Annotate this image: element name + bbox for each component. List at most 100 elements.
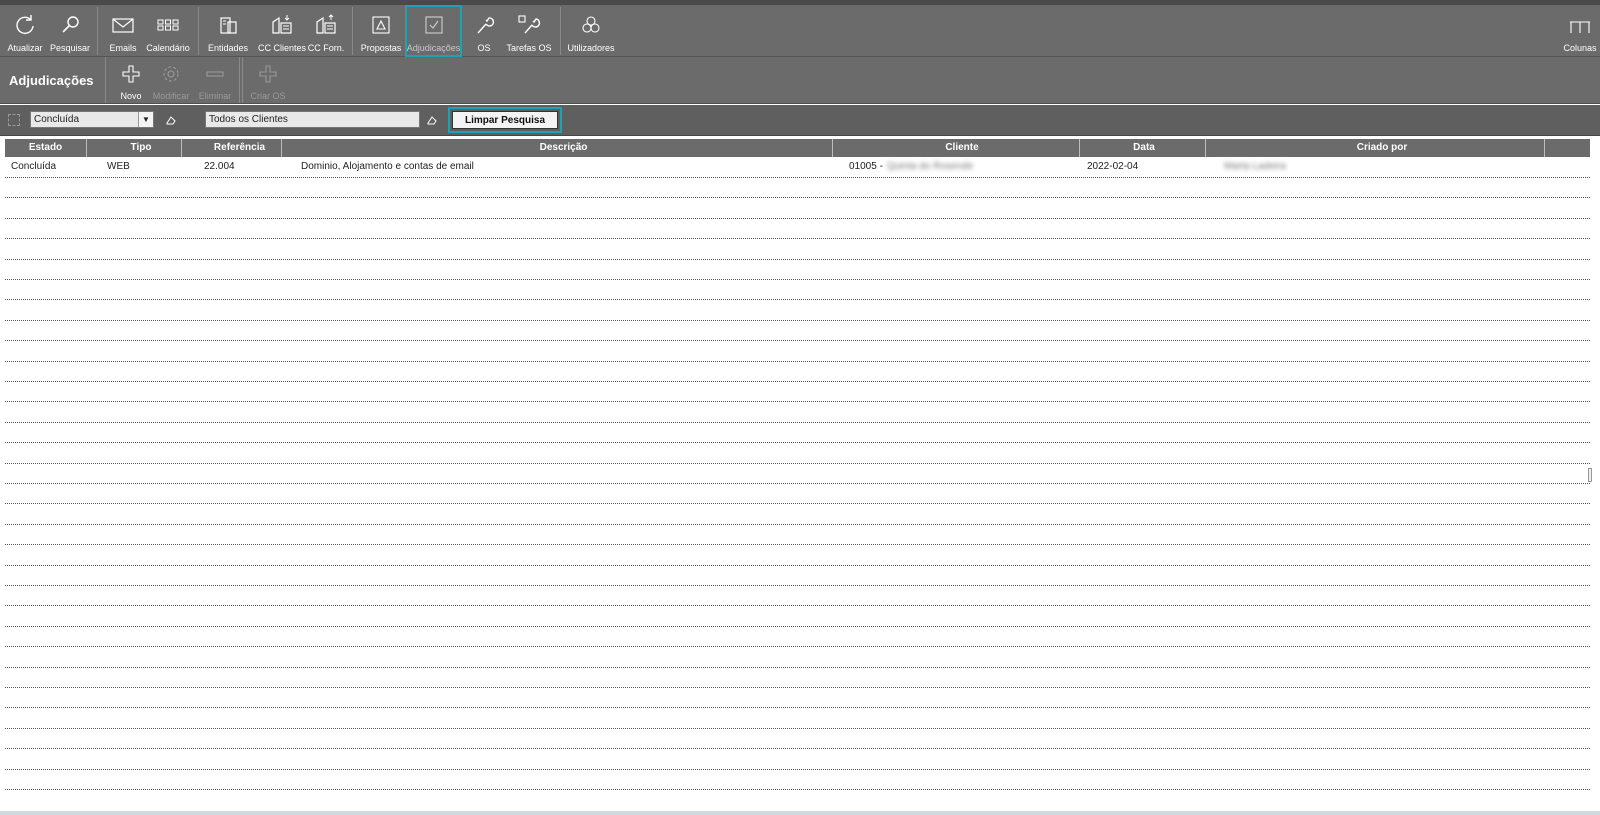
modify-button[interactable]: Modificar: [151, 57, 191, 103]
section-bar: Adjudicações Novo Modificar Eliminar Cri…: [0, 57, 1600, 104]
entities-button[interactable]: Entidades: [206, 5, 250, 57]
empty-row: [5, 422, 1590, 444]
empty-row: [5, 483, 1590, 505]
table-body: Concluída WEB 22.004 Dominio, Alojamento…: [5, 157, 1590, 807]
supplier-accounts-icon: [316, 14, 336, 34]
refresh-button[interactable]: Atualizar: [6, 5, 44, 57]
column-header-estado[interactable]: Estado: [5, 139, 87, 157]
eraser-icon[interactable]: [165, 114, 177, 126]
empty-row: [5, 708, 1590, 729]
action-label: Novo: [120, 91, 142, 101]
toolbar-divider: [560, 7, 561, 55]
toolbar-label: Propostas: [360, 43, 402, 53]
toolbar-divider: [198, 7, 199, 55]
toolbar-label: Atualizar: [7, 43, 43, 53]
toolbar-label: Adjudicações: [406, 43, 461, 53]
users-icon: [582, 16, 600, 33]
page-title: Adjudicações: [9, 73, 94, 88]
empty-row: [5, 626, 1590, 648]
section-divider: [242, 57, 243, 103]
empty-row: [5, 300, 1590, 321]
empty-row: [5, 687, 1590, 709]
column-header-criado-por[interactable]: Criado por: [1220, 139, 1545, 157]
toolbar-label: Colunas: [1563, 43, 1597, 53]
action-label: Eliminar: [198, 91, 232, 101]
users-button[interactable]: Utilizadores: [566, 5, 616, 57]
proposals-button[interactable]: Propostas: [359, 5, 403, 57]
column-header-referencia[interactable]: Referência: [198, 139, 282, 157]
select-all-checkbox[interactable]: [8, 114, 20, 126]
toolbar-label: Emails: [109, 43, 137, 53]
main-toolbar: Atualizar Pesquisar Emails Calendário En…: [0, 5, 1600, 57]
plus-icon: [122, 65, 140, 83]
empty-row: [5, 463, 1590, 484]
action-label: Criar OS: [250, 91, 286, 101]
empty-row: [5, 504, 1590, 525]
plus-icon: [259, 65, 277, 83]
empty-row: [5, 524, 1590, 546]
columns-icon: [1570, 21, 1590, 33]
client-filter-field[interactable]: Todos os Clientes: [205, 111, 420, 128]
eraser-icon[interactable]: [426, 114, 438, 126]
toolbar-label: CC Forn.: [307, 43, 345, 53]
cell-descricao: Dominio, Alojamento e contas de email: [301, 161, 474, 172]
toolbar-label: Calendário: [146, 43, 190, 53]
search-button[interactable]: Pesquisar: [48, 5, 92, 57]
tarefas-os-button[interactable]: Tarefas OS: [506, 5, 552, 57]
delete-button[interactable]: Eliminar: [195, 57, 235, 103]
empty-row: [5, 585, 1590, 607]
scrollbar-thumb[interactable]: [1588, 468, 1592, 482]
empty-row: [5, 177, 1590, 199]
os-button[interactable]: OS: [470, 5, 498, 57]
chevron-down-icon[interactable]: ▼: [138, 112, 153, 127]
toolbar-label: CC Clientes: [257, 43, 306, 53]
calendar-icon: [157, 19, 179, 31]
empty-row: [5, 769, 1590, 790]
refresh-icon: [16, 15, 34, 35]
action-label: Modificar: [152, 91, 190, 101]
cell-cliente-code: 01005 -: [849, 161, 883, 172]
entities-icon: [220, 17, 237, 34]
cell-criado-por: Marta Ladeira: [1224, 161, 1286, 172]
empty-row: [5, 341, 1590, 362]
empty-row: [5, 198, 1590, 219]
table-row[interactable]: Concluída WEB 22.004 Dominio, Alojamento…: [5, 157, 1590, 178]
section-divider: [105, 57, 106, 103]
empty-row: [5, 606, 1590, 627]
calendar-button[interactable]: Calendário: [145, 5, 191, 57]
toolbar-label: Utilizadores: [567, 43, 615, 53]
window-bottom-edge: [0, 811, 1600, 815]
cell-estado: Concluída: [11, 161, 57, 172]
cell-referencia: 22.004: [204, 161, 235, 172]
wrench-icon: [477, 17, 495, 34]
empty-row: [5, 381, 1590, 403]
empty-row: [5, 218, 1590, 240]
mail-icon: [112, 18, 134, 33]
clear-search-button[interactable]: Limpar Pesquisa: [452, 111, 558, 129]
cc-forn-button[interactable]: CC Forn.: [306, 5, 346, 57]
column-header-tipo[interactable]: Tipo: [101, 139, 182, 157]
column-header-cliente[interactable]: Cliente: [845, 139, 1080, 157]
client-accounts-icon: [272, 15, 292, 34]
create-os-button[interactable]: Criar OS: [250, 57, 286, 103]
cc-clientes-button[interactable]: CC Clientes: [254, 5, 310, 57]
status-select[interactable]: Concluída ▼: [30, 111, 154, 128]
column-header-descricao[interactable]: Descrição: [295, 139, 833, 157]
gear-icon: [163, 66, 179, 82]
check-icon: [424, 16, 443, 34]
section-divider: [239, 57, 240, 103]
clear-search-highlight: Limpar Pesquisa: [448, 107, 562, 133]
client-filter-value: Todos os Clientes: [209, 114, 288, 125]
empty-row: [5, 749, 1590, 770]
emails-button[interactable]: Emails: [106, 5, 140, 57]
empty-row: [5, 565, 1590, 586]
new-button[interactable]: Novo: [114, 57, 148, 103]
column-header-data[interactable]: Data: [1083, 139, 1206, 157]
empty-row: [5, 667, 1590, 688]
empty-row: [5, 545, 1590, 566]
adjudicacoes-button[interactable]: Adjudicações: [405, 5, 462, 57]
search-icon: [62, 16, 79, 33]
empty-row: [5, 361, 1590, 382]
empty-row: [5, 279, 1590, 301]
columns-button[interactable]: Colunas: [1562, 5, 1598, 57]
